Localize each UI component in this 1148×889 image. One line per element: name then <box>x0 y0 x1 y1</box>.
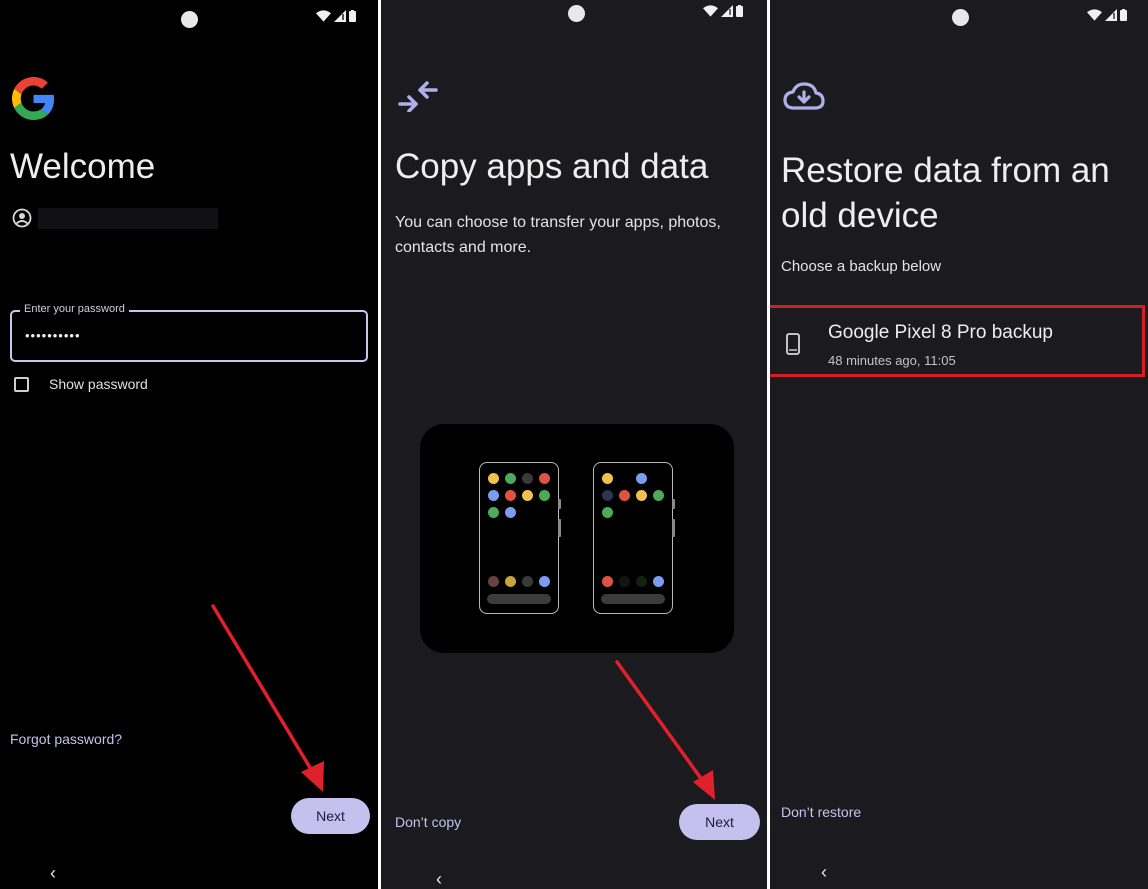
camera-cutout <box>952 9 969 26</box>
divider <box>767 0 770 889</box>
status-bar <box>316 10 356 22</box>
transfer-arrows-icon <box>398 81 438 112</box>
wifi-icon <box>316 10 331 22</box>
page-subtitle: Choose a backup below <box>781 258 942 275</box>
annotation-highlight-box <box>770 305 1145 377</box>
back-nav-button[interactable]: ‹ <box>50 863 56 884</box>
show-password-label: Show password <box>49 376 148 392</box>
back-nav-button[interactable]: ‹ <box>821 862 827 883</box>
back-nav-button[interactable]: ‹ <box>436 869 442 889</box>
battery-icon <box>1120 9 1127 21</box>
camera-cutout <box>568 5 585 22</box>
signal-icon <box>721 5 733 17</box>
signal-icon <box>334 10 346 22</box>
forgot-password-link[interactable]: Forgot password? <box>10 731 122 747</box>
old-phone-graphic <box>479 462 561 614</box>
wifi-icon <box>1087 9 1102 21</box>
transfer-illustration <box>420 424 734 653</box>
next-button[interactable]: Next <box>291 798 370 834</box>
page-title: Restore data from an old device <box>781 151 1110 235</box>
battery-icon <box>736 5 743 17</box>
account-circle-icon <box>12 208 32 228</box>
show-password-checkbox[interactable] <box>14 377 29 392</box>
annotation-arrow <box>211 604 324 792</box>
next-button[interactable]: Next <box>679 804 760 840</box>
welcome-screen: Welcome Enter your password •••••••••• S… <box>0 0 378 889</box>
page-description: You can choose to transfer your apps, ph… <box>395 214 721 256</box>
new-phone-graphic <box>593 462 675 614</box>
account-email-redacted <box>38 208 218 229</box>
wifi-icon <box>703 5 718 17</box>
copy-apps-screen: Copy apps and data You can choose to tra… <box>381 0 767 889</box>
status-bar <box>1087 9 1127 21</box>
password-label: Enter your password <box>20 303 129 315</box>
divider <box>378 0 381 889</box>
dont-restore-button[interactable]: Don’t restore <box>781 804 861 820</box>
setup-screens: Welcome Enter your password •••••••••• S… <box>0 0 1148 889</box>
battery-icon <box>349 10 356 22</box>
cloud-download-icon <box>783 82 825 110</box>
annotation-arrow <box>615 660 715 800</box>
page-title: Welcome <box>10 147 156 186</box>
page-title: Copy apps and data <box>395 147 709 186</box>
password-value: •••••••••• <box>25 328 81 343</box>
camera-cutout <box>181 11 198 28</box>
restore-data-screen: Restore data from an old device Choose a… <box>770 0 1148 889</box>
signal-icon <box>1105 9 1117 21</box>
google-g-icon <box>12 77 55 120</box>
status-bar <box>703 5 743 17</box>
dont-copy-button[interactable]: Don’t copy <box>395 814 461 830</box>
